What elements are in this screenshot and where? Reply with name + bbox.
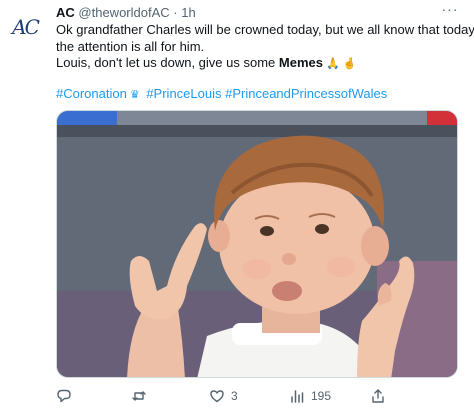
hashtags: #Coronation ♛ #PrinceLouis #PrinceandPrin… xyxy=(56,86,387,101)
share-icon xyxy=(372,389,384,403)
heart-icon xyxy=(210,390,224,403)
hashtag-princelouis[interactable]: #PrinceLouis xyxy=(146,86,221,101)
like-count: 3 xyxy=(231,389,238,403)
tweet-text-line-3-prefix: Louis, don't let us down, give us some xyxy=(56,55,279,70)
timestamp[interactable]: 1h xyxy=(181,5,195,20)
views-count: 195 xyxy=(311,389,332,403)
reply-icon xyxy=(57,389,71,403)
hashtag-coronation[interactable]: #Coronation xyxy=(56,86,127,101)
retweet-icon xyxy=(132,391,146,401)
more-options-icon[interactable]: ··· xyxy=(437,1,463,21)
photo-boy-pointing xyxy=(57,111,457,377)
author-name[interactable]: AC xyxy=(56,5,75,20)
tweet-image[interactable] xyxy=(56,110,458,378)
tweet-text-line-3: Louis, don't let us down, give us some M… xyxy=(56,55,466,72)
hashtag-princeandprincessofwales[interactable]: #PrinceandPrincessofWales xyxy=(225,86,387,101)
reply-button[interactable] xyxy=(56,386,78,406)
praying-hands-emoji-icon: 🙏 xyxy=(325,58,340,70)
tweet-header: AC @theworldofAC · 1h xyxy=(56,5,456,23)
tweet: AC AC @theworldofAC · 1h ··· Ok grandfat… xyxy=(0,0,474,408)
analytics-icon xyxy=(291,390,304,403)
retweet-button[interactable] xyxy=(131,386,153,406)
share-button[interactable] xyxy=(370,386,392,406)
tweet-text-bold-memes: Memes xyxy=(278,55,323,70)
avatar[interactable]: AC xyxy=(8,10,42,44)
separator-dot: · xyxy=(173,5,178,20)
tweet-text-line-1: Ok grandfather Charles will be crowned t… xyxy=(56,22,474,37)
avatar-monogram: AC xyxy=(12,15,40,39)
views-button[interactable]: 195 xyxy=(289,386,331,406)
like-button[interactable]: 3 xyxy=(209,386,238,406)
author-handle[interactable]: @theworldofAC xyxy=(78,5,169,20)
crossed-fingers-emoji-icon: 🤞 xyxy=(342,58,357,70)
tweet-actions: 3 195 xyxy=(56,386,458,406)
tweet-text-line-2: the attention is all for him. xyxy=(56,39,205,54)
crown-emoji-icon: ♛ xyxy=(129,89,140,101)
